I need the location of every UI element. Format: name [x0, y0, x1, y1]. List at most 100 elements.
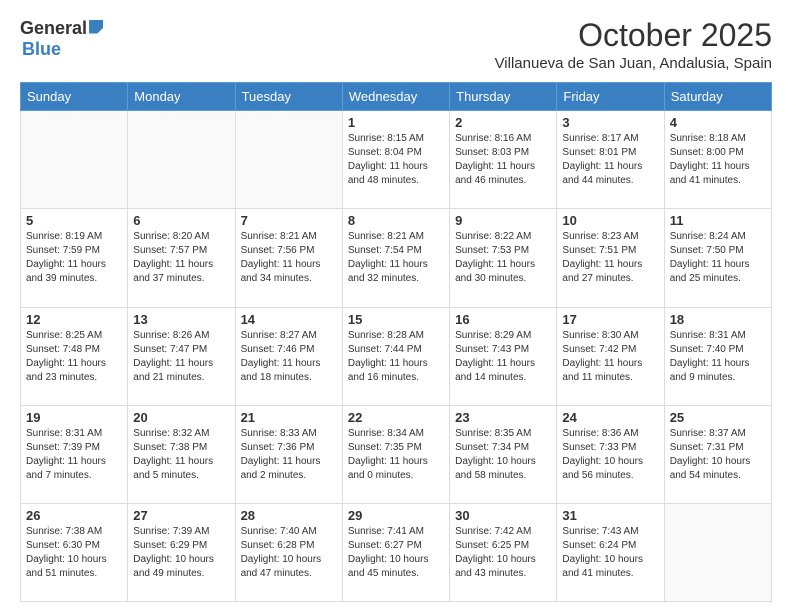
day-number: 2 [455, 115, 551, 130]
calendar-cell: 10Sunrise: 8:23 AM Sunset: 7:51 PM Dayli… [557, 209, 664, 307]
day-number: 30 [455, 508, 551, 523]
day-number: 8 [348, 213, 444, 228]
col-wednesday: Wednesday [342, 83, 449, 111]
day-info: Sunrise: 8:27 AM Sunset: 7:46 PM Dayligh… [241, 329, 337, 385]
calendar-cell: 18 Sunrise: 8:31 AM Sunset: 7:40 PM Dayli… [664, 307, 771, 405]
day-info: Sunrise: 8:22 AM Sunset: 7:53 PM Dayligh… [455, 230, 551, 286]
calendar-cell: 11 Sunrise: 8:24 AM Sunset: 7:50 PM Dayli… [664, 209, 771, 307]
day-info: Sunrise: 8:18 AM Sunset: 8:00 PM Dayligh… [670, 132, 766, 188]
day-info: Sunrise: 7:43 AM Sunset: 6:24 PM Dayligh… [562, 525, 658, 581]
day-info: Sunrise: 8:31 AM Sunset: 7:39 PM Dayligh… [26, 427, 122, 483]
calendar-cell: 3Sunrise: 8:17 AM Sunset: 8:01 PM Daylig… [557, 111, 664, 209]
day-info: Sunrise: 8:30 AM Sunset: 7:42 PM Dayligh… [562, 329, 658, 385]
day-number: 26 [26, 508, 122, 523]
day-number: 7 [241, 213, 337, 228]
day-number: 11 [670, 213, 766, 228]
day-info: Sunrise: 8:20 AM Sunset: 7:57 PM Dayligh… [133, 230, 229, 286]
day-number: 5 [26, 213, 122, 228]
day-info: Sunrise: 8:16 AM Sunset: 8:03 PM Dayligh… [455, 132, 551, 188]
day-number: 6 [133, 213, 229, 228]
day-number: 28 [241, 508, 337, 523]
day-info: Sunrise: 8:36 AM Sunset: 7:33 PM Dayligh… [562, 427, 658, 483]
logo-icon [89, 20, 103, 34]
calendar-week-3: 12 Sunrise: 8:25 AM Sunset: 7:48 PM Dayli… [21, 307, 772, 405]
day-number: 16 [455, 312, 551, 327]
day-number: 22 [348, 410, 444, 425]
calendar-cell: 7 Sunrise: 8:21 AM Sunset: 7:56 PM Daylig… [235, 209, 342, 307]
day-number: 9 [455, 213, 551, 228]
calendar-header-row: Sunday Monday Tuesday Wednesday Thursday… [21, 83, 772, 111]
day-info: Sunrise: 7:38 AM Sunset: 6:30 PM Dayligh… [26, 525, 122, 581]
calendar-cell: 1Sunrise: 8:15 AM Sunset: 8:04 PM Daylig… [342, 111, 449, 209]
day-number: 21 [241, 410, 337, 425]
calendar-cell: 31Sunrise: 7:43 AM Sunset: 6:24 PM Dayli… [557, 503, 664, 601]
calendar-cell: 12 Sunrise: 8:25 AM Sunset: 7:48 PM Dayli… [21, 307, 128, 405]
calendar-cell: 25Sunrise: 8:37 AM Sunset: 7:31 PM Dayli… [664, 405, 771, 503]
day-info: Sunrise: 8:15 AM Sunset: 8:04 PM Dayligh… [348, 132, 444, 188]
calendar-cell: 27Sunrise: 7:39 AM Sunset: 6:29 PM Dayli… [128, 503, 235, 601]
day-info: Sunrise: 7:40 AM Sunset: 6:28 PM Dayligh… [241, 525, 337, 581]
calendar-cell [21, 111, 128, 209]
day-info: Sunrise: 8:17 AM Sunset: 8:01 PM Dayligh… [562, 132, 658, 188]
day-number: 13 [133, 312, 229, 327]
page: General Blue October 2025 Villanueva de … [0, 0, 792, 612]
day-number: 20 [133, 410, 229, 425]
calendar-cell [128, 111, 235, 209]
col-sunday: Sunday [21, 83, 128, 111]
day-number: 12 [26, 312, 122, 327]
calendar-cell: 5 Sunrise: 8:19 AM Sunset: 7:59 PM Daylig… [21, 209, 128, 307]
day-info: Sunrise: 8:37 AM Sunset: 7:31 PM Dayligh… [670, 427, 766, 483]
col-saturday: Saturday [664, 83, 771, 111]
day-number: 15 [348, 312, 444, 327]
calendar-cell: 29 Sunrise: 7:41 AM Sunset: 6:27 PM Dayli… [342, 503, 449, 601]
day-info: Sunrise: 8:21 AM Sunset: 7:54 PM Dayligh… [348, 230, 444, 286]
day-info: Sunrise: 8:25 AM Sunset: 7:48 PM Dayligh… [26, 329, 122, 385]
day-number: 27 [133, 508, 229, 523]
calendar-cell: 24Sunrise: 8:36 AM Sunset: 7:33 PM Dayli… [557, 405, 664, 503]
header-right: October 2025 Villanueva de San Juan, And… [495, 18, 772, 72]
calendar-cell: 23Sunrise: 8:35 AM Sunset: 7:34 PM Dayli… [450, 405, 557, 503]
day-info: Sunrise: 8:31 AM Sunset: 7:40 PM Dayligh… [670, 329, 766, 385]
calendar-cell [664, 503, 771, 601]
calendar-cell: 28 Sunrise: 7:40 AM Sunset: 6:28 PM Dayli… [235, 503, 342, 601]
day-info: Sunrise: 8:21 AM Sunset: 7:56 PM Dayligh… [241, 230, 337, 286]
calendar: Sunday Monday Tuesday Wednesday Thursday… [20, 82, 772, 602]
header: General Blue October 2025 Villanueva de … [20, 18, 772, 72]
calendar-cell: 22 Sunrise: 8:34 AM Sunset: 7:35 PM Dayli… [342, 405, 449, 503]
day-number: 17 [562, 312, 658, 327]
calendar-week-4: 19 Sunrise: 8:31 AM Sunset: 7:39 PM Dayli… [21, 405, 772, 503]
day-info: Sunrise: 8:24 AM Sunset: 7:50 PM Dayligh… [670, 230, 766, 286]
logo-blue-text: Blue [22, 39, 61, 59]
calendar-cell: 13 Sunrise: 8:26 AM Sunset: 7:47 PM Dayli… [128, 307, 235, 405]
col-tuesday: Tuesday [235, 83, 342, 111]
calendar-cell: 8 Sunrise: 8:21 AM Sunset: 7:54 PM Daylig… [342, 209, 449, 307]
calendar-cell [235, 111, 342, 209]
day-number: 4 [670, 115, 766, 130]
calendar-cell: 9 Sunrise: 8:22 AM Sunset: 7:53 PM Daylig… [450, 209, 557, 307]
logo-general-text: General [20, 18, 87, 39]
day-number: 29 [348, 508, 444, 523]
day-info: Sunrise: 8:26 AM Sunset: 7:47 PM Dayligh… [133, 329, 229, 385]
month-title: October 2025 [495, 18, 772, 53]
day-info: Sunrise: 8:23 AM Sunset: 7:51 PM Dayligh… [562, 230, 658, 286]
logo: General Blue [20, 18, 103, 60]
col-thursday: Thursday [450, 83, 557, 111]
calendar-cell: 2 Sunrise: 8:16 AM Sunset: 8:03 PM Daylig… [450, 111, 557, 209]
calendar-cell: 21 Sunrise: 8:33 AM Sunset: 7:36 PM Dayli… [235, 405, 342, 503]
day-info: Sunrise: 8:33 AM Sunset: 7:36 PM Dayligh… [241, 427, 337, 483]
calendar-cell: 6 Sunrise: 8:20 AM Sunset: 7:57 PM Daylig… [128, 209, 235, 307]
calendar-cell: 17 Sunrise: 8:30 AM Sunset: 7:42 PM Dayli… [557, 307, 664, 405]
col-friday: Friday [557, 83, 664, 111]
day-number: 18 [670, 312, 766, 327]
day-info: Sunrise: 8:32 AM Sunset: 7:38 PM Dayligh… [133, 427, 229, 483]
day-info: Sunrise: 8:34 AM Sunset: 7:35 PM Dayligh… [348, 427, 444, 483]
day-number: 19 [26, 410, 122, 425]
col-monday: Monday [128, 83, 235, 111]
day-info: Sunrise: 7:41 AM Sunset: 6:27 PM Dayligh… [348, 525, 444, 581]
calendar-cell: 4 Sunrise: 8:18 AM Sunset: 8:00 PM Daylig… [664, 111, 771, 209]
calendar-cell: 26 Sunrise: 7:38 AM Sunset: 6:30 PM Dayli… [21, 503, 128, 601]
calendar-cell: 15Sunrise: 8:28 AM Sunset: 7:44 PM Dayli… [342, 307, 449, 405]
calendar-cell: 16Sunrise: 8:29 AM Sunset: 7:43 PM Dayli… [450, 307, 557, 405]
day-info: Sunrise: 8:19 AM Sunset: 7:59 PM Dayligh… [26, 230, 122, 286]
calendar-cell: 19 Sunrise: 8:31 AM Sunset: 7:39 PM Dayli… [21, 405, 128, 503]
